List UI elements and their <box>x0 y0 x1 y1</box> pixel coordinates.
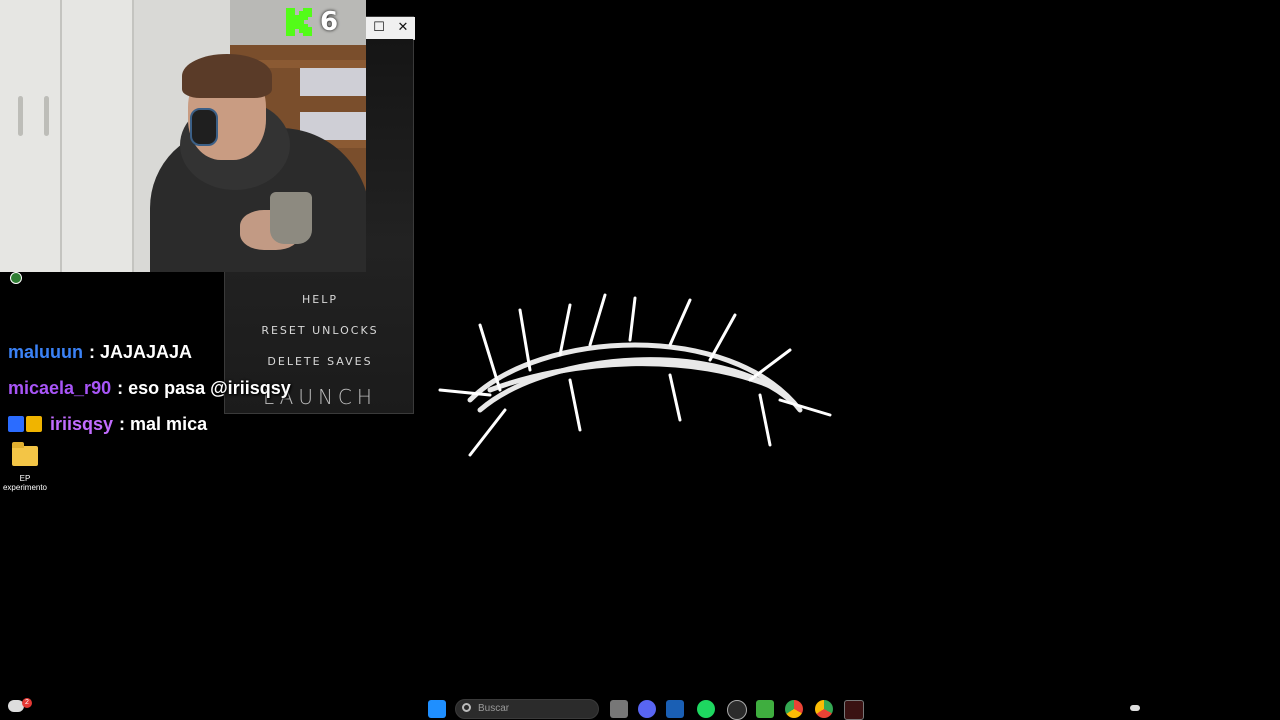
crown-of-thorns-logo <box>438 293 832 457</box>
chat-message: iriisqsy : mal mica <box>8 406 368 442</box>
cloud-icon[interactable] <box>1130 705 1140 711</box>
notification-badge: 2 <box>22 698 32 708</box>
sync-check-icon <box>10 272 22 284</box>
search-placeholder: Buscar <box>478 703 510 714</box>
mattress <box>300 68 366 96</box>
headphones-icon <box>190 108 218 146</box>
viewer-count: 6 <box>320 7 339 37</box>
chat-message: micaela_r90 : eso pasa @iriisqsy <box>8 370 368 406</box>
search-input[interactable]: Buscar <box>455 699 599 719</box>
close-button[interactable]: ✕ <box>391 17 415 39</box>
launcher-titlebar: ☐ ✕ <box>365 17 415 40</box>
crown-badge-icon <box>26 416 42 432</box>
chat-text: : JAJAJAJA <box>89 341 193 362</box>
chat-message: maluuun : JAJAJAJA <box>8 334 368 370</box>
chrome-icon[interactable] <box>785 700 803 718</box>
chat-text: : mal mica <box>119 413 208 434</box>
chat-username: micaela_r90 <box>8 377 112 398</box>
file-icon[interactable] <box>610 700 628 718</box>
streamer-hair <box>182 54 272 98</box>
chat-text: : eso pasa @iriisqsy <box>117 377 291 398</box>
store-icon[interactable] <box>666 700 684 718</box>
search-icon <box>462 703 471 712</box>
discord-icon[interactable] <box>638 700 656 718</box>
desktop-shortcut[interactable] <box>2 272 48 284</box>
minecraft-icon[interactable] <box>756 700 774 718</box>
chat-username: iriisqsy <box>50 413 114 434</box>
desktop-icon-label: EP experimento <box>2 474 48 492</box>
door-handle <box>18 96 23 136</box>
folder-icon <box>12 442 38 466</box>
chat-overlay: maluuun : JAJAJAJA micaela_r90 : eso pas… <box>8 334 368 442</box>
game-icon[interactable] <box>844 700 864 720</box>
kick-logo-icon <box>286 8 312 36</box>
restore-button[interactable]: ☐ <box>367 17 391 39</box>
wardrobe-door <box>0 0 62 272</box>
viewer-badge: 6 <box>286 6 338 38</box>
steam-icon[interactable] <box>727 700 747 720</box>
help-menu-item[interactable]: HELP <box>225 293 415 306</box>
spotify-icon[interactable] <box>697 700 715 718</box>
moderator-badge-icon <box>8 416 24 432</box>
start-icon[interactable] <box>428 700 446 718</box>
chat-username: maluuun <box>8 341 83 362</box>
webcam-feed <box>0 0 366 272</box>
chrome-beta-icon[interactable] <box>815 700 833 718</box>
wardrobe-door <box>62 0 134 272</box>
desktop-shortcut-ep-experimento[interactable]: EP experimento <box>2 442 48 492</box>
mate-cup <box>270 192 312 244</box>
door-handle <box>44 96 49 136</box>
